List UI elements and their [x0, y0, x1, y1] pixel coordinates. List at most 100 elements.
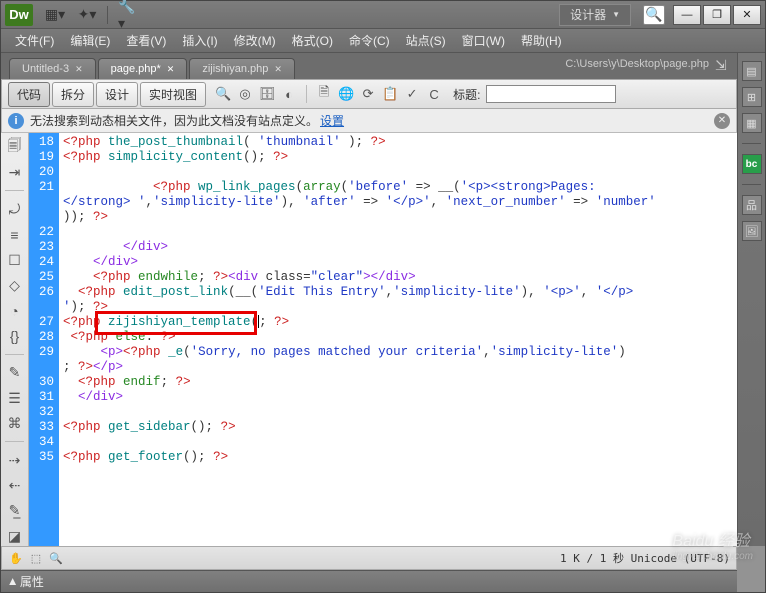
- recent-snippets-icon[interactable]: ☰: [5, 388, 25, 407]
- menu-commands[interactable]: 命令(C): [341, 29, 398, 52]
- inspect-icon[interactable]: 🔍: [214, 85, 232, 103]
- workspace-dropdown[interactable]: 设计器 ▼: [559, 4, 631, 26]
- move-css-icon[interactable]: ⌘: [5, 414, 25, 433]
- validate-icon[interactable]: ✓: [403, 85, 421, 103]
- refresh-icon[interactable]: ⟳: [359, 85, 377, 103]
- format-source-icon[interactable]: ✎̲: [5, 501, 25, 520]
- menu-view[interactable]: 查看(V): [118, 29, 174, 52]
- design-view-button[interactable]: 设计: [96, 82, 138, 107]
- extend-icon[interactable]: ✦▾: [77, 5, 97, 25]
- info-text: 无法搜索到动态相关文件，因为此文档没有站点定义。: [30, 112, 318, 129]
- info-bar: i 无法搜索到动态相关文件，因为此文档没有站点定义。 设置 ✕: [1, 109, 737, 133]
- live-view-button[interactable]: 实时视图: [140, 82, 206, 107]
- separator: [5, 354, 24, 355]
- layout-icon[interactable]: ▦▾: [45, 5, 65, 25]
- tab-page-php[interactable]: page.php* ✕: [98, 58, 188, 79]
- tab-label: Untitled-3: [22, 63, 69, 75]
- collapse-icon[interactable]: ⇥: [5, 163, 25, 182]
- indent-icon[interactable]: ⇢: [5, 450, 25, 469]
- separator: [742, 143, 761, 144]
- tab-label: page.php*: [111, 63, 161, 75]
- close-icon[interactable]: ✕: [274, 64, 282, 74]
- assets-panel-icon[interactable]: 🖼: [742, 221, 762, 241]
- insert-panel-icon[interactable]: ▤: [742, 61, 762, 81]
- code-body[interactable]: <?php the_post_thumbnail( 'thumbnail' );…: [59, 133, 737, 546]
- document-tabs: Untitled-3 ✕ page.php* ✕ zijishiyan.php ✕ C…: [1, 53, 737, 79]
- info-link-setup[interactable]: 设置: [320, 112, 344, 129]
- code-vertical-toolbar: 🗐 ⇥ ⤾ ≡ ☐ ◇ ◔ {} ✎ ☰ ⌘ ⇢ ⇠ ✎̲ ◪: [1, 133, 29, 546]
- status-bar: ✋ ⬚ 🔍 1 K / 1 秒 Unicode (UTF-8): [1, 546, 737, 570]
- files-panel-icon[interactable]: 品: [742, 195, 762, 215]
- preview-icon[interactable]: 🌐: [337, 85, 355, 103]
- properties-panel[interactable]: ▶ 属性: [1, 570, 737, 592]
- business-catalyst-icon[interactable]: bc: [742, 154, 762, 174]
- tab-label: zijishiyan.php: [202, 63, 268, 75]
- menu-insert[interactable]: 插入(I): [174, 29, 225, 52]
- workspace-label: 设计器: [570, 6, 606, 23]
- app-logo: Dw: [5, 4, 33, 26]
- close-icon[interactable]: ✕: [75, 64, 83, 74]
- highlight-invalid-icon[interactable]: ◇: [5, 276, 25, 295]
- menu-file[interactable]: 文件(F): [7, 29, 62, 52]
- code-wrap: 🗐 ⇥ ⤾ ≡ ☐ ◇ ◔ {} ✎ ☰ ⌘ ⇢ ⇠ ✎̲ ◪ 18192021…: [1, 133, 737, 546]
- menu-modify[interactable]: 修改(M): [226, 29, 284, 52]
- menu-window[interactable]: 窗口(W): [454, 29, 513, 52]
- file-mgmt-icon[interactable]: 🗎: [315, 85, 333, 103]
- line-numbers-icon[interactable]: ☐: [5, 250, 25, 269]
- hand-tool-icon[interactable]: ✋: [8, 550, 24, 566]
- close-button[interactable]: ✕: [733, 5, 761, 25]
- snippets-icon[interactable]: ✎: [5, 363, 25, 382]
- menu-site[interactable]: 站点(S): [398, 29, 454, 52]
- split-view-button[interactable]: 拆分: [52, 82, 94, 107]
- close-icon[interactable]: ✕: [167, 64, 175, 74]
- separator: [5, 190, 24, 191]
- chevron-down-icon: ▼: [612, 10, 620, 19]
- code-view-button[interactable]: 代码: [8, 82, 50, 107]
- select-tool-icon[interactable]: ⬚: [28, 550, 44, 566]
- file-path: C:\Users\y\Desktop\page.php: [565, 58, 709, 70]
- code-editor[interactable]: 181920212223242526272829303132333435 <?p…: [29, 133, 737, 546]
- browser-nav-icon[interactable]: ◐: [280, 85, 298, 103]
- menu-edit[interactable]: 编辑(E): [62, 29, 118, 52]
- syntax-color-icon[interactable]: ◔: [5, 301, 25, 320]
- chevron-right-icon: ▶: [7, 578, 18, 585]
- outdent-icon[interactable]: ⇠: [5, 476, 25, 495]
- title-label: 标题:: [453, 86, 480, 103]
- maximize-button[interactable]: ❐: [703, 5, 731, 25]
- search-icon[interactable]: 🔍: [643, 5, 665, 25]
- ap-elements-icon[interactable]: ▦: [742, 113, 762, 133]
- title-input[interactable]: [486, 85, 616, 103]
- right-panel-strip: ▤ ⊞ ▦ bc 品 🖼: [737, 53, 765, 546]
- menu-format[interactable]: 格式(O): [284, 29, 341, 52]
- line-gutter: 181920212223242526272829303132333435: [29, 133, 59, 546]
- tab-untitled-3[interactable]: Untitled-3 ✕: [9, 58, 96, 79]
- open-docs-icon[interactable]: 🗐: [5, 137, 25, 157]
- tools-icon[interactable]: 🔧▾: [118, 5, 138, 25]
- auto-indent-icon[interactable]: {}: [5, 327, 25, 346]
- balance-braces-icon[interactable]: ≡: [5, 225, 25, 244]
- separator: [306, 85, 307, 103]
- check-icon[interactable]: C: [425, 85, 443, 103]
- zoom-tool-icon[interactable]: 🔍: [48, 550, 64, 566]
- menubar: 文件(F) 编辑(E) 查看(V) 插入(I) 修改(M) 格式(O) 命令(C…: [1, 29, 765, 53]
- separator: [107, 6, 108, 24]
- view-toolbar: 代码 拆分 设计 实时视图 🔍 ◎ 🗄 ◐ 🗎 🌐 ⟳ 📋 ✓ C 标题:: [1, 79, 737, 109]
- document-area: Untitled-3 ✕ page.php* ✕ zijishiyan.php ✕ C…: [1, 53, 737, 546]
- titlebar: Dw ▦▾ ✦▾ 🔧▾ 设计器 ▼ 🔍 — ❐ ✕: [1, 1, 765, 29]
- tab-zijishiyan-php[interactable]: zijishiyan.php ✕: [189, 58, 295, 79]
- minimize-button[interactable]: —: [673, 5, 701, 25]
- css-styles-icon[interactable]: ⊞: [742, 87, 762, 107]
- separator: [742, 184, 761, 185]
- apply-comment-icon[interactable]: ◪: [5, 527, 25, 546]
- live-code-icon[interactable]: ◎: [236, 85, 254, 103]
- server-icon[interactable]: 🗄: [258, 85, 276, 103]
- expand-icon[interactable]: ⇲: [715, 57, 731, 73]
- info-icon: i: [8, 113, 24, 129]
- options-icon[interactable]: 📋: [381, 85, 399, 103]
- info-close-icon[interactable]: ✕: [714, 113, 730, 129]
- menu-help[interactable]: 帮助(H): [513, 29, 570, 52]
- select-parent-icon[interactable]: ⤾: [5, 199, 25, 218]
- status-info: 1 K / 1 秒 Unicode (UTF-8): [560, 550, 730, 566]
- properties-label: 属性: [20, 573, 44, 590]
- separator: [5, 441, 24, 442]
